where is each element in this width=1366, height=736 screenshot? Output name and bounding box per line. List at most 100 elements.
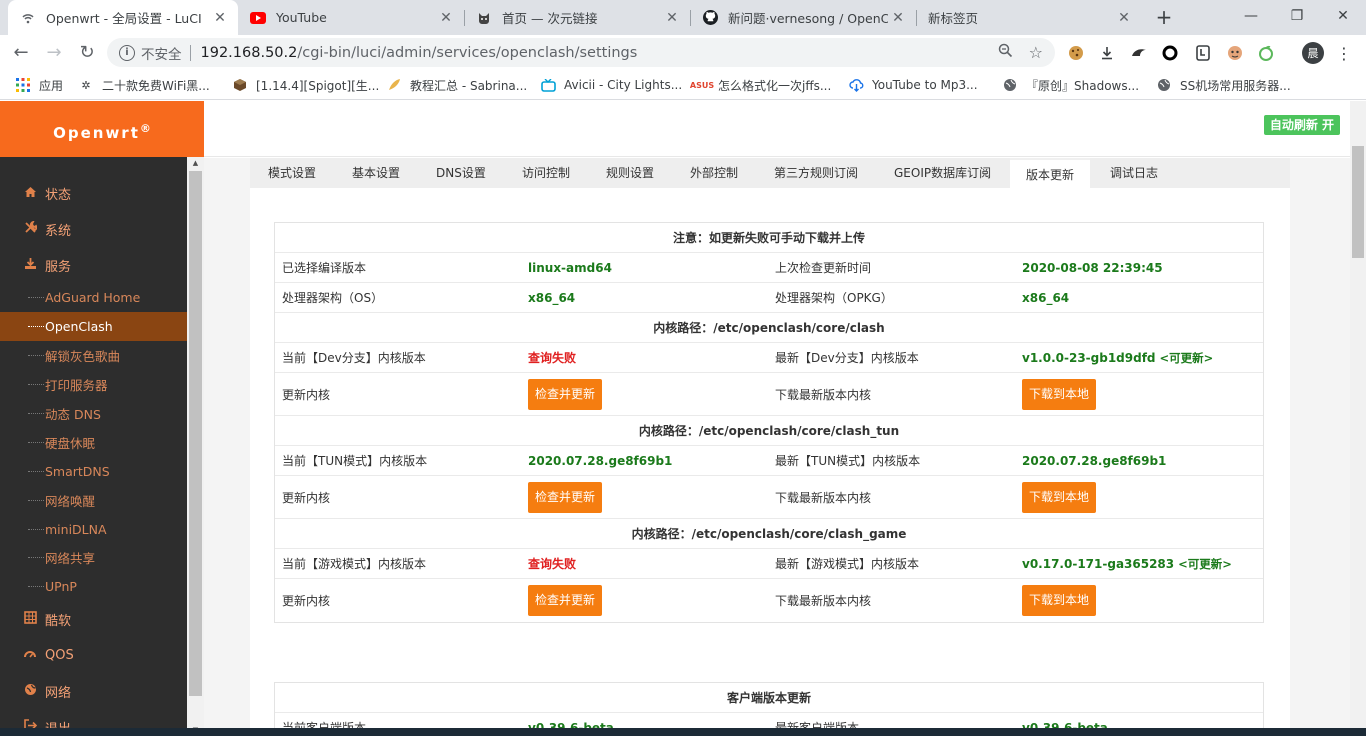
sidebar-scrollbar[interactable]: ▲ ▼	[187, 157, 204, 736]
browser-tab-openwrt[interactable]: Openwrt - 全局设置 - LuCI ✕	[8, 0, 238, 35]
core-path-clash-tun: 内核路径：/etc/openclash/core/clash_tun	[275, 416, 1263, 446]
tun-current-version: 2020.07.28.ge8f69b1	[528, 453, 673, 468]
tab-dns-settings[interactable]: DNS设置	[436, 158, 486, 188]
close-tab-icon[interactable]: ✕	[888, 10, 908, 26]
bookmark-jffs[interactable]: ASUS 怎么格式化一次jffs...	[689, 70, 831, 100]
tun-latest-version: 2020.07.28.ge8f69b1	[1022, 453, 1167, 468]
cookie-extension-icon[interactable]	[1066, 43, 1086, 63]
sidebar-sub-print-server[interactable]: 打印服务器	[0, 370, 187, 399]
auto-refresh-toggle[interactable]: 自动刷新 开	[1263, 115, 1340, 135]
download-dev-button[interactable]: 下载到本地	[1022, 378, 1097, 410]
sidebar-item-kusoft[interactable]: 酷软	[0, 601, 187, 637]
bookmark-apps[interactable]: 应用	[15, 70, 63, 100]
bookmark-youtube-mp3[interactable]: YouTube to Mp3...	[848, 70, 978, 100]
check-update-tun-button[interactable]: 检查并更新	[528, 481, 603, 513]
tab-mode-settings[interactable]: 模式设置	[268, 158, 316, 188]
table-row: 当前【游戏模式】内核版本 查询失败 最新【游戏模式】内核版本 v0.17.0-1…	[275, 549, 1263, 579]
sidebar-item-system[interactable]: 系统	[0, 211, 187, 247]
bookmark-avicii[interactable]: Avicii - City Lights...	[540, 70, 682, 100]
bookmark-shadows[interactable]: 『原创』Shadows...	[1002, 70, 1139, 100]
download-icon	[22, 257, 38, 273]
sidebar-sub-openclash[interactable]: OpenClash	[0, 312, 187, 341]
sidebar-item-network[interactable]: 网络	[0, 673, 187, 709]
download-cloud-icon	[848, 77, 864, 93]
openwrt-icon	[20, 10, 36, 26]
tab-basic-settings[interactable]: 基本设置	[352, 158, 400, 188]
openwrt-logo[interactable]: Openwrt®	[0, 101, 204, 157]
proxy-extension-icon[interactable]	[1129, 43, 1149, 63]
sidebar-item-services[interactable]: 服务	[0, 247, 187, 283]
page-scrollbar[interactable]	[1350, 101, 1366, 736]
profile-avatar[interactable]: 晨	[1302, 42, 1324, 64]
openclash-settings-card: 模式设置 基本设置 DNS设置 访问控制 规则设置 外部控制 第三方规则订阅 G…	[250, 158, 1290, 736]
info-icon[interactable]: i	[119, 44, 135, 61]
asus-icon: ASUS	[689, 80, 715, 90]
reload-icon[interactable]: ↻	[74, 40, 100, 66]
dev-latest-version: v1.0.0-23-gb1d9dfd	[1022, 350, 1156, 365]
download-tun-button[interactable]: 下载到本地	[1022, 481, 1097, 513]
shield-extension-icon[interactable]	[1193, 43, 1213, 63]
close-tab-icon[interactable]: ✕	[436, 10, 456, 26]
sidebar-sub-samba[interactable]: 网络共享	[0, 543, 187, 572]
bookmark-ss[interactable]: SS机场常用服务器...	[1156, 70, 1291, 100]
browser-tab-youtube[interactable]: YouTube ✕	[238, 0, 464, 35]
check-update-game-button[interactable]: 检查并更新	[528, 585, 603, 616]
close-window-icon[interactable]: ✕	[1320, 0, 1366, 32]
tab-access-control[interactable]: 访问控制	[522, 158, 570, 188]
arch-opkg-value: x86_64	[1022, 290, 1070, 305]
close-tab-icon[interactable]: ✕	[662, 10, 682, 26]
check-update-dev-button[interactable]: 检查并更新	[528, 378, 603, 410]
table-row: 当前【TUN模式】内核版本 2020.07.28.ge8f69b1 最新【TUN…	[275, 446, 1263, 476]
browser-menu-icon[interactable]: ⋮	[1334, 43, 1354, 63]
forward-icon[interactable]: →	[41, 40, 67, 66]
new-tab-icon[interactable]: +	[1152, 6, 1176, 30]
scroll-up-arrow-icon[interactable]: ▲	[187, 159, 204, 167]
sidebar-item-status[interactable]: 状态	[0, 175, 187, 211]
sidebar-item-qos[interactable]: QOS	[0, 637, 187, 673]
back-icon[interactable]: ←	[8, 40, 34, 66]
address-bar[interactable]: i 不安全 192.168.50.2 /cgi-bin/luci/admin/s…	[107, 38, 1055, 67]
grid-icon	[22, 611, 38, 627]
restore-icon[interactable]: ❐	[1274, 0, 1320, 32]
tab-version-update[interactable]: 版本更新	[1010, 158, 1091, 188]
update-notice: 注意：如更新失败可手动下载并上传	[275, 223, 1263, 253]
bookmark-sabrina[interactable]: 教程汇总 - Sabrina...	[386, 70, 527, 100]
sidebar: 状态 系统 服务 AdGuard Home OpenClash 解锁灰色歌曲 打…	[0, 157, 187, 736]
sidebar-scroll-thumb[interactable]	[189, 171, 202, 696]
close-tab-icon[interactable]: ✕	[210, 10, 230, 26]
browser-tab-ciyuan[interactable]: 首页 — 次元链接 ✕	[464, 0, 690, 35]
sidebar-sub-wol[interactable]: 网络唤醒	[0, 486, 187, 515]
page-scroll-thumb[interactable]	[1352, 146, 1364, 258]
sidebar-sub-adguard[interactable]: AdGuard Home	[0, 283, 187, 312]
browser-tab-github[interactable]: 新问题·vernesong / OpenClash ✕	[690, 0, 916, 35]
tab-rule-settings[interactable]: 规则设置	[606, 158, 654, 188]
sidebar-sub-upnp[interactable]: UPnP	[0, 572, 187, 601]
sidebar-sub-ddns[interactable]: 动态 DNS	[0, 399, 187, 428]
download-extension-icon[interactable]	[1097, 43, 1117, 63]
download-game-button[interactable]: 下载到本地	[1022, 585, 1097, 616]
minimize-icon[interactable]: —	[1228, 0, 1274, 32]
sidebar-sub-hd-idle[interactable]: 硬盘休眠	[0, 428, 187, 457]
bookmark-spigot[interactable]: [1.14.4][Spigot][生...	[232, 70, 379, 100]
monkey-extension-icon[interactable]	[1225, 43, 1245, 63]
close-tab-icon[interactable]: ✕	[1114, 10, 1134, 26]
sidebar-sub-smartdns[interactable]: SmartDNS	[0, 457, 187, 486]
green-leaf-extension-icon[interactable]	[1256, 43, 1276, 63]
tab-external-control[interactable]: 外部控制	[690, 158, 738, 188]
youtube-icon	[250, 10, 266, 26]
sidebar-sub-unblock-music[interactable]: 解锁灰色歌曲	[0, 341, 187, 370]
ring-extension-icon[interactable]	[1160, 43, 1180, 63]
tab-debug-log[interactable]: 调试日志	[1110, 158, 1158, 188]
browser-tab-newtab[interactable]: 新标签页 ✕	[916, 0, 1142, 35]
tab-geoip-subscription[interactable]: GEOIP数据库订阅	[894, 158, 991, 188]
bookmark-wifi[interactable]: ✲ 二十款免费WiFi黑...	[78, 70, 209, 100]
tab-third-party-rules[interactable]: 第三方规则订阅	[774, 158, 858, 188]
bookmarks-bar: 应用 ✲ 二十款免费WiFi黑... [1.14.4][Spigot][生...…	[0, 70, 1366, 100]
table-row: 更新内核 检查并更新 下载最新版本内核 下载到本地	[275, 373, 1263, 416]
zoom-icon[interactable]	[998, 43, 1013, 62]
globe-icon	[1002, 77, 1018, 93]
sidebar-sub-minidlna[interactable]: miniDLNA	[0, 515, 187, 544]
gauge-icon	[22, 647, 38, 663]
top-header: 自动刷新 开	[204, 101, 1350, 157]
bookmark-star-icon[interactable]: ☆	[1029, 43, 1043, 62]
